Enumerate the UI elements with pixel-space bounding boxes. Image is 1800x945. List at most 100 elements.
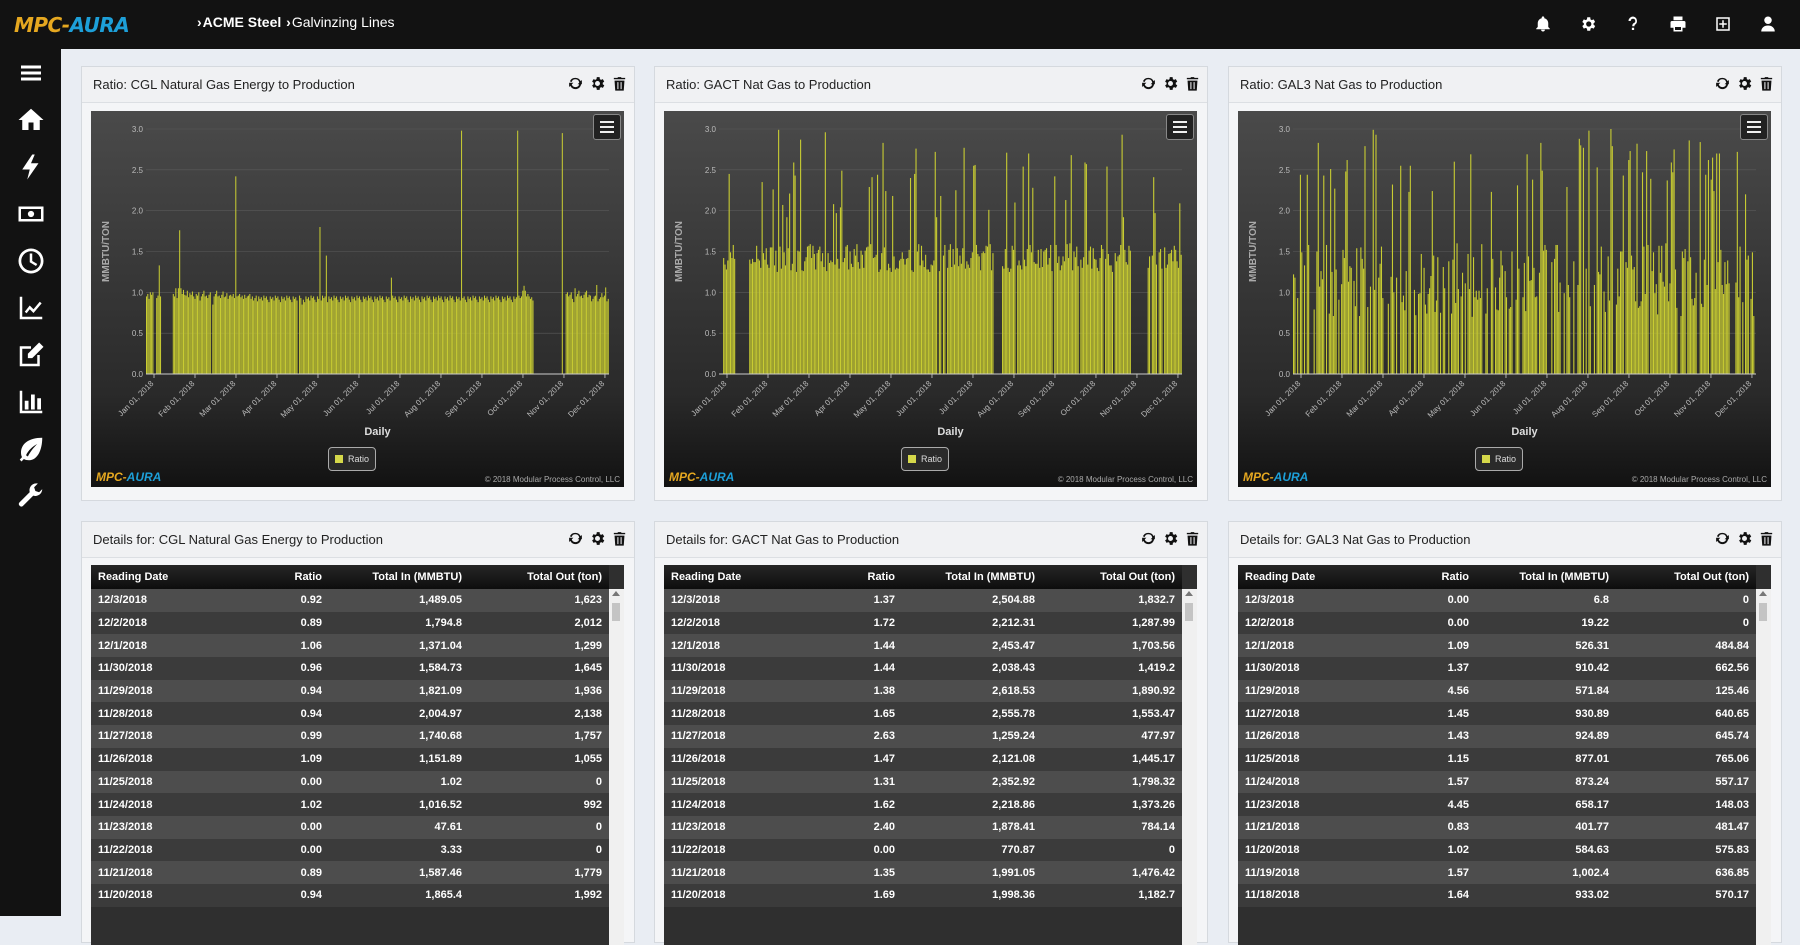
user-icon[interactable] (1745, 12, 1790, 36)
settings-icon[interactable] (589, 530, 606, 547)
delete-icon[interactable] (611, 530, 628, 547)
table-row[interactable]: 11/24/2018 1.02 1,016.52 992 (91, 793, 609, 816)
clock-icon[interactable] (0, 237, 61, 284)
edit-icon[interactable] (0, 331, 61, 378)
breadcrumb-item-lines[interactable]: Galvinzing Lines (292, 14, 395, 30)
leaf-icon[interactable] (0, 425, 61, 472)
table-scrollbar[interactable] (609, 589, 624, 945)
table-row[interactable]: 11/21/2018 1.35 1,991.05 1,476.42 (664, 861, 1182, 884)
table-row[interactable]: 11/22/2018 0.00 770.87 0 (664, 838, 1182, 862)
breadcrumb-item-plant[interactable]: ACME Steel (203, 14, 282, 30)
table-scrollbar[interactable] (1756, 589, 1771, 945)
table-row[interactable]: 11/20/2018 0.94 1,865.4 1,992 (91, 883, 609, 907)
chart-legend[interactable]: Ratio (901, 447, 949, 471)
table-row[interactable]: 11/19/2018 1.57 1,002.4 636.85 (1238, 861, 1756, 884)
column-header[interactable]: Ratio (241, 565, 329, 589)
table-row[interactable]: 12/2/2018 0.89 1,794.8 2,012 (91, 611, 609, 635)
table-row[interactable]: 11/28/2018 1.65 2,555.78 1,553.47 (664, 702, 1182, 726)
column-header[interactable]: Total Out (ton) (1042, 565, 1182, 589)
table-row[interactable]: 11/24/2018 1.62 2,218.86 1,373.26 (664, 793, 1182, 816)
home-icon[interactable] (0, 96, 61, 143)
column-header[interactable]: Total Out (ton) (469, 565, 609, 589)
app-logo[interactable]: MPC-AURA (14, 13, 130, 37)
table-row[interactable]: 12/3/2018 0.00 6.8 0 (1238, 589, 1756, 612)
refresh-icon[interactable] (1714, 75, 1731, 92)
settings-icon[interactable] (589, 75, 606, 92)
table-row[interactable]: 11/22/2018 0.00 3.33 0 (91, 838, 609, 862)
table-row[interactable]: 11/26/2018 1.47 2,121.08 1,445.17 (664, 747, 1182, 771)
settings-icon[interactable] (1736, 530, 1753, 547)
refresh-icon[interactable] (1140, 530, 1157, 547)
refresh-icon[interactable] (1714, 530, 1731, 547)
chart-menu-button[interactable] (1166, 114, 1194, 140)
table-row[interactable]: 12/1/2018 1.44 2,453.47 1,703.56 (664, 634, 1182, 658)
chart-legend[interactable]: Ratio (1475, 447, 1523, 471)
question-icon[interactable] (1610, 12, 1655, 36)
settings-icon[interactable] (1736, 75, 1753, 92)
table-row[interactable]: 11/30/2018 1.44 2,038.43 1,419.2 (664, 657, 1182, 680)
table-row[interactable]: 11/29/2018 0.94 1,821.09 1,936 (91, 679, 609, 703)
refresh-icon[interactable] (567, 75, 584, 92)
gear-icon[interactable] (1565, 12, 1610, 36)
table-row[interactable]: 11/23/2018 2.40 1,878.41 784.14 (664, 815, 1182, 839)
table-row[interactable]: 11/23/2018 0.00 47.61 0 (91, 815, 609, 839)
table-row[interactable]: 11/25/2018 1.15 877.01 765.06 (1238, 747, 1756, 771)
column-header[interactable]: Total Out (ton) (1616, 565, 1756, 589)
refresh-icon[interactable] (567, 530, 584, 547)
table-row[interactable]: 11/21/2018 0.83 401.77 481.47 (1238, 815, 1756, 839)
add-widget-icon[interactable] (1700, 12, 1745, 36)
settings-icon[interactable] (1162, 530, 1179, 547)
table-row[interactable]: 11/28/2018 0.94 2,004.97 2,138 (91, 702, 609, 726)
line-chart-icon[interactable] (0, 284, 61, 331)
table-row[interactable]: 12/2/2018 1.72 2,212.31 1,287.99 (664, 611, 1182, 635)
scroll-up-icon[interactable] (1185, 591, 1193, 596)
table-row[interactable]: 11/25/2018 1.31 2,352.92 1,798.32 (664, 770, 1182, 794)
menu-icon[interactable] (0, 49, 61, 96)
table-row[interactable]: 12/1/2018 1.06 1,371.04 1,299 (91, 634, 609, 658)
table-row[interactable]: 11/29/2018 1.38 2,618.53 1,890.92 (664, 679, 1182, 703)
bar-chart-icon[interactable] (0, 378, 61, 425)
scroll-thumb[interactable] (612, 603, 620, 621)
scroll-thumb[interactable] (1759, 603, 1767, 621)
table-row[interactable]: 11/20/2018 1.69 1,998.36 1,182.7 (664, 883, 1182, 907)
delete-icon[interactable] (1184, 530, 1201, 547)
table-row[interactable]: 12/3/2018 1.37 2,504.88 1,832.7 (664, 589, 1182, 612)
column-header[interactable]: Reading Date (1238, 565, 1388, 589)
table-row[interactable]: 11/26/2018 1.09 1,151.89 1,055 (91, 747, 609, 771)
column-header[interactable]: Reading Date (91, 565, 241, 589)
delete-icon[interactable] (1184, 75, 1201, 92)
delete-icon[interactable] (1758, 530, 1775, 547)
column-header[interactable]: Total In (MMBTU) (902, 565, 1042, 589)
column-header[interactable]: Ratio (814, 565, 902, 589)
scroll-up-icon[interactable] (612, 591, 620, 596)
table-row[interactable]: 11/30/2018 1.37 910.42 662.56 (1238, 657, 1756, 680)
money-icon[interactable] (0, 190, 61, 237)
table-row[interactable]: 11/21/2018 0.89 1,587.46 1,779 (91, 861, 609, 884)
table-row[interactable]: 11/27/2018 0.99 1,740.68 1,757 (91, 725, 609, 748)
table-row[interactable]: 11/23/2018 4.45 658.17 148.03 (1238, 793, 1756, 816)
table-scrollbar[interactable] (1182, 589, 1197, 945)
scroll-thumb[interactable] (1185, 603, 1193, 621)
wrench-icon[interactable] (0, 472, 61, 519)
table-row[interactable]: 11/20/2018 1.02 584.63 575.83 (1238, 838, 1756, 862)
chart-legend[interactable]: Ratio (328, 447, 376, 471)
refresh-icon[interactable] (1140, 75, 1157, 92)
table-row[interactable]: 12/1/2018 1.09 526.31 484.84 (1238, 634, 1756, 658)
table-row[interactable]: 12/3/2018 0.92 1,489.05 1,623 (91, 589, 609, 612)
delete-icon[interactable] (1758, 75, 1775, 92)
column-header[interactable]: Ratio (1388, 565, 1476, 589)
table-row[interactable]: 11/24/2018 1.57 873.24 557.17 (1238, 770, 1756, 794)
table-row[interactable]: 12/2/2018 0.00 19.22 0 (1238, 611, 1756, 635)
column-header[interactable]: Reading Date (664, 565, 814, 589)
scroll-up-icon[interactable] (1759, 591, 1767, 596)
table-row[interactable]: 11/29/2018 4.56 571.84 125.46 (1238, 679, 1756, 703)
print-icon[interactable] (1655, 12, 1700, 36)
table-row[interactable]: 11/18/2018 1.64 933.02 570.17 (1238, 883, 1756, 907)
settings-icon[interactable] (1162, 75, 1179, 92)
table-row[interactable]: 11/26/2018 1.43 924.89 645.74 (1238, 725, 1756, 748)
column-header[interactable]: Total In (MMBTU) (329, 565, 469, 589)
table-row[interactable]: 11/25/2018 0.00 1.02 0 (91, 770, 609, 794)
bolt-icon[interactable] (0, 143, 61, 190)
table-row[interactable]: 11/27/2018 2.63 1,259.24 477.97 (664, 725, 1182, 748)
bell-icon[interactable] (1520, 12, 1565, 36)
